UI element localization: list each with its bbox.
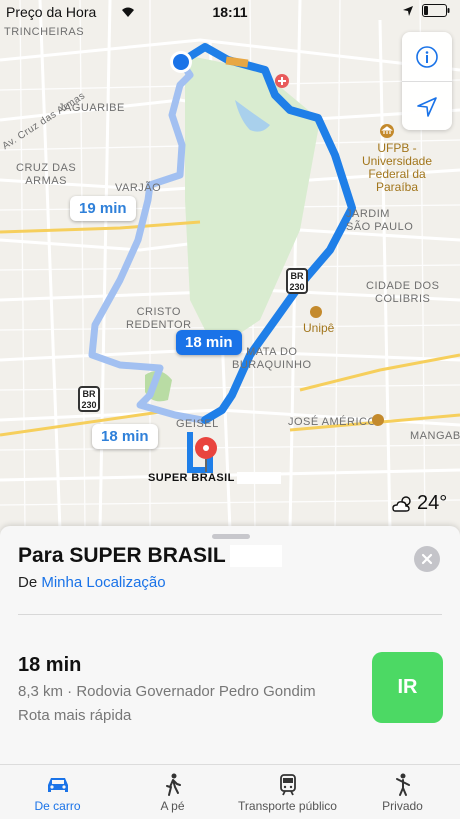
map-view[interactable]: TRINCHEIRAS JAGUARIBE Av. Cruz das Armas… <box>0 0 460 530</box>
highway-shield: BR 230 <box>286 268 308 294</box>
from-location-link[interactable]: Minha Localização <box>41 574 165 591</box>
title-redaction <box>229 545 282 568</box>
route-callout-primary[interactable]: 18 min <box>176 330 242 355</box>
wifi-icon <box>122 7 134 17</box>
shield-number: 230 <box>289 282 305 292</box>
sheet-title-text: Para SUPER BRASIL <box>18 544 226 567</box>
map-label-jose-americo: JOSÉ AMÉRICO <box>288 416 377 428</box>
map-label-varjao: VARJÃO <box>115 182 162 194</box>
hospital-icon <box>275 74 289 88</box>
sheet-title: Para SUPER BRASIL <box>18 544 282 568</box>
battery-icon <box>422 4 450 17</box>
map-label-cruz-line1: CRUZ DAS <box>16 162 77 174</box>
sheet-grabber[interactable] <box>212 534 250 539</box>
tab-car-label: De carro <box>34 799 81 813</box>
train-icon <box>279 774 296 796</box>
divider <box>18 614 442 615</box>
map-label-unipe: Unipê <box>303 321 335 335</box>
destination-label: SUPER BRASIL <box>148 472 281 485</box>
tab-transit[interactable]: Transporte público <box>230 765 345 819</box>
from-prefix: De <box>18 574 38 591</box>
destination-label-redaction <box>236 472 281 485</box>
tracking-button[interactable] <box>402 81 452 131</box>
cidade-line1: CIDADE DOS <box>366 280 440 292</box>
map-label-bairro: MATA DO BURAQUINHO <box>232 346 312 372</box>
car-icon <box>47 778 68 792</box>
walk-icon <box>165 773 181 796</box>
map-label-cristo-redentor: CRISTO REDENTOR <box>126 306 192 332</box>
map-label-cruz-das-armas: CRUZ DAS ARMAS <box>16 162 76 188</box>
close-icon <box>421 553 433 565</box>
map-label-jardim-sao-paulo: JARDIM SÃO PAULO <box>346 208 413 234</box>
tab-walk-label: A pé <box>160 799 185 813</box>
map-label-cruz-line2: ARMAS <box>25 175 67 187</box>
ufpb-line3: Federal da <box>368 167 426 181</box>
partly-cloudy-icon <box>392 495 411 512</box>
status-time: 18:11 <box>212 4 248 20</box>
destination-label-text: SUPER BRASIL <box>148 472 235 484</box>
map-canvas <box>0 0 460 530</box>
map-label-trincheiras: TRINCHEIRAS <box>4 26 85 38</box>
map-label-cidade-colibris: CIDADE DOS COLIBRIS <box>366 280 439 306</box>
tab-car[interactable]: De carro <box>0 765 115 819</box>
info-button[interactable] <box>402 32 452 81</box>
route-sheet: Para SUPER BRASIL De Minha Localização 1… <box>0 526 460 764</box>
close-button[interactable] <box>414 546 440 572</box>
current-location-icon <box>170 51 192 73</box>
unipe-icon <box>310 306 322 318</box>
destination-pin-icon[interactable] <box>194 436 218 472</box>
bairro-line2: BURAQUINHO <box>232 359 312 371</box>
map-label-geisel: GEISEL <box>176 418 219 430</box>
route-note: Rota mais rápida <box>18 707 132 724</box>
go-button[interactable]: IR <box>372 652 443 723</box>
ufpb-line1: UFPB - <box>377 141 417 155</box>
ufpb-line4: Paraíba <box>375 180 419 194</box>
weather-widget: 24° <box>392 492 447 515</box>
route-callout-alt-2[interactable]: 18 min <box>92 424 158 449</box>
tab-ride[interactable]: Privado <box>345 765 460 819</box>
route-eta: 18 min <box>18 654 82 676</box>
shield2-top: BR <box>82 389 96 399</box>
from-line: De Minha Localização <box>18 574 166 591</box>
weather-temp: 24° <box>417 492 448 514</box>
tab-walk[interactable]: A pé <box>115 765 230 819</box>
route-detail: 8,3 km · Rodovia Governador Pedro Gondim <box>18 683 316 700</box>
map-controls <box>402 32 452 130</box>
route-callout-alt-1[interactable]: 19 min <box>70 196 136 221</box>
transport-tab-bar: De carro A pé Transporte público Privado <box>0 764 460 819</box>
ride-icon <box>395 773 410 796</box>
shield-top: BR <box>290 271 304 281</box>
status-bar: Preço da Hora 18:11 <box>0 0 460 24</box>
cristo-line1: CRISTO <box>136 306 181 318</box>
location-arrow-icon <box>403 5 413 16</box>
jardim-line1: JARDIM <box>346 208 390 220</box>
map-label-ufpb: UFPB - Universidade Federal da Paraíba <box>352 142 442 194</box>
university-icon <box>380 124 394 138</box>
status-right <box>402 4 450 17</box>
bairro-line1: MATA DO <box>246 346 298 358</box>
tab-transit-label: Transporte público <box>238 799 337 813</box>
location-arrow-icon <box>417 96 437 117</box>
shield2-number: 230 <box>81 400 97 410</box>
info-icon <box>416 45 438 68</box>
ufpb-line2: Universidade <box>361 154 433 168</box>
jardim-line2: SÃO PAULO <box>346 221 414 233</box>
highway-shield-2: BR 230 <box>78 386 100 412</box>
poi-icon <box>372 414 384 426</box>
tab-ride-label: Privado <box>382 799 423 813</box>
cidade-line2: COLIBRIS <box>375 293 431 305</box>
map-label-mangabeira: MANGABE <box>410 430 460 442</box>
